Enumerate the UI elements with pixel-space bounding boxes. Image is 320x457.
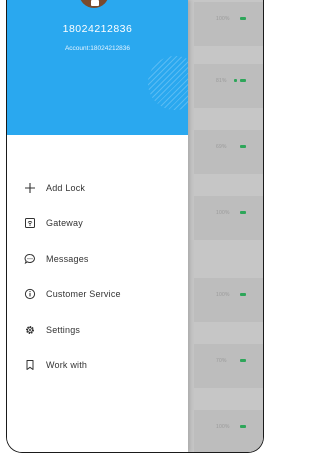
menu-item-label: Messages [46,253,89,264]
battery-percent: 100% [216,210,230,216]
battery-icon [240,359,246,362]
list-item[interactable]: 100% [194,410,263,452]
signal-icon [234,79,237,82]
battery-icon [240,17,246,20]
decorative-pattern [148,56,188,110]
list-item[interactable]: 70% [194,344,263,388]
list-item[interactable]: 81% [194,64,263,108]
plus-icon [23,181,37,195]
gateway-icon [23,216,37,230]
drawer-menu: Add Lock Gateway Messages Customer Servi… [7,170,188,383]
bookmark-icon [23,358,37,372]
battery-percent: 100% [216,292,230,298]
menu-item-label: Gateway [46,218,83,229]
phone-frame: 100% 81% 69% 100% 100% 70% 100% 18024212… [6,0,264,453]
profile-header: 18024212836 Account:18024212836 [7,0,188,135]
battery-icon [240,425,246,428]
list-item[interactable]: 100% [194,196,263,240]
profile-phone: 18024212836 [62,23,133,35]
battery-percent: 100% [216,16,230,22]
menu-item-messages[interactable]: Messages [7,241,188,277]
list-item[interactable]: 100% [194,2,263,46]
battery-icon [240,145,246,148]
menu-item-label: Settings [46,324,81,335]
list-item[interactable]: 69% [194,130,263,174]
message-icon [23,252,37,266]
menu-item-settings[interactable]: Settings [7,312,188,348]
battery-icon [240,293,246,296]
list-item[interactable]: 100% [194,278,263,322]
menu-item-label: Customer Service [46,289,121,300]
info-icon [23,287,37,301]
battery-icon [240,79,246,82]
menu-item-work-with[interactable]: Work with [7,348,188,384]
profile-account: Account:18024212836 [64,45,131,52]
menu-item-gateway[interactable]: Gateway [7,206,188,242]
battery-percent: 81% [216,78,227,84]
battery-icon [240,211,246,214]
menu-item-label: Add Lock [46,182,86,193]
menu-item-customer-service[interactable]: Customer Service [7,277,188,313]
menu-item-label: Work with [46,360,88,371]
menu-item-add-lock[interactable]: Add Lock [7,170,188,206]
battery-percent: 100% [216,424,230,430]
battery-percent: 70% [216,358,227,364]
battery-percent: 69% [216,144,227,150]
gear-icon [23,323,37,337]
navigation-drawer: 18024212836 Account:18024212836 Add Lock… [7,0,188,452]
edit-avatar-icon[interactable] [91,0,99,6]
